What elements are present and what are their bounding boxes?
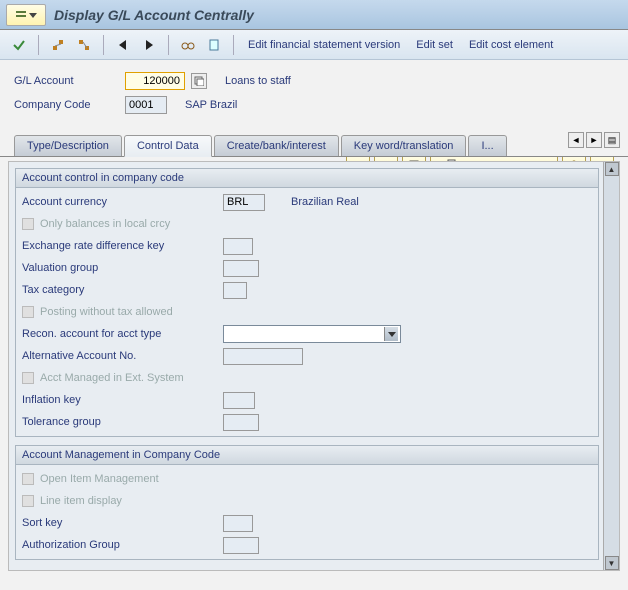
tab-content: Account control in company code Account …: [8, 161, 620, 571]
edit-cost-link[interactable]: Edit cost element: [463, 39, 559, 51]
val-group-label: Valuation group: [22, 262, 217, 274]
title-bar: Display G/L Account Centrally: [0, 0, 628, 30]
edit-fsv-link[interactable]: Edit financial statement version: [242, 39, 406, 51]
toolbar-separator: [233, 35, 234, 55]
posting-wo-tax-checkbox: [22, 306, 34, 318]
edit-set-link[interactable]: Edit set: [410, 39, 459, 51]
recon-label: Recon. account for acct type: [22, 328, 217, 340]
only-balances-checkbox: [22, 218, 34, 230]
document-icon: [207, 38, 221, 52]
search-help-icon: [194, 76, 204, 86]
menu-dropdown-button[interactable]: [6, 4, 46, 26]
sort-key-label: Sort key: [22, 517, 217, 529]
chevron-down-icon: [388, 330, 396, 338]
tabstrip: Type/Description Control Data Create/ban…: [0, 124, 628, 157]
line-item-checkbox: [22, 495, 34, 507]
ext-system-label: Acct Managed in Ext. System: [40, 372, 184, 384]
check-button[interactable]: [8, 34, 30, 56]
inflation-label: Inflation key: [22, 394, 217, 406]
company-code-input[interactable]: [125, 96, 167, 114]
check-icon: [12, 38, 26, 52]
tab-scroll-right[interactable]: ►: [586, 132, 602, 148]
group-account-control: Account control in company code Account …: [15, 168, 599, 437]
alt-account-input[interactable]: [223, 348, 303, 365]
gl-account-descr: Loans to staff: [225, 75, 291, 87]
gl-account-label: G/L Account: [14, 75, 119, 87]
arrow-right-icon: [144, 40, 154, 50]
page-title: Display G/L Account Centrally: [54, 7, 254, 23]
chevron-down-icon: [29, 11, 37, 19]
glasses-icon: [181, 38, 195, 52]
tax-cat-label: Tax category: [22, 284, 217, 296]
search-help-button[interactable]: [191, 73, 207, 89]
vertical-scrollbar[interactable]: ▲ ▼: [603, 162, 619, 570]
tab-create-bank-interest[interactable]: Create/bank/interest: [214, 135, 339, 156]
tab-list-button[interactable]: ▤: [604, 132, 620, 148]
line-item-label: Line item display: [40, 495, 122, 507]
scroll-down-button[interactable]: ▼: [605, 556, 619, 570]
alt-account-label: Alternative Account No.: [22, 350, 217, 362]
tax-cat-input[interactable]: [223, 282, 247, 299]
recon-combo[interactable]: [223, 325, 401, 343]
company-code-descr: SAP Brazil: [185, 99, 237, 111]
auth-group-input[interactable]: [223, 537, 259, 554]
open-item-label: Open Item Management: [40, 473, 159, 485]
tab-scroll-left[interactable]: ◄: [568, 132, 584, 148]
tab-control-data[interactable]: Control Data: [124, 135, 212, 157]
group-account-control-title: Account control in company code: [16, 169, 598, 188]
other-object-button[interactable]: [203, 34, 225, 56]
scroll-up-button[interactable]: ▲: [605, 162, 619, 176]
toolbar-separator: [38, 35, 39, 55]
menu-icon: [15, 9, 27, 21]
gl-account-input[interactable]: [125, 72, 185, 90]
tab-more[interactable]: I...: [468, 135, 506, 156]
hierarchy-up-icon: [51, 38, 65, 52]
ext-system-checkbox: [22, 372, 34, 384]
hierarchy-up-button[interactable]: [47, 34, 69, 56]
hierarchy-down-button[interactable]: [73, 34, 95, 56]
exch-key-input[interactable]: [223, 238, 253, 255]
next-button[interactable]: [138, 34, 160, 56]
tolerance-label: Tolerance group: [22, 416, 217, 428]
currency-label: Account currency: [22, 196, 217, 208]
currency-input[interactable]: [223, 194, 265, 211]
toolbar-separator: [168, 35, 169, 55]
display-change-button[interactable]: [177, 34, 199, 56]
val-group-input[interactable]: [223, 260, 259, 277]
tolerance-input[interactable]: [223, 414, 259, 431]
prev-button[interactable]: [112, 34, 134, 56]
company-code-label: Company Code: [14, 99, 119, 111]
tab-type-description[interactable]: Type/Description: [14, 135, 122, 156]
open-item-checkbox: [22, 473, 34, 485]
group-account-management: Account Management in Company Code Open …: [15, 445, 599, 560]
app-toolbar: Edit financial statement version Edit se…: [0, 30, 628, 60]
auth-group-label: Authorization Group: [22, 539, 217, 551]
sort-key-input[interactable]: [223, 515, 253, 532]
hierarchy-down-icon: [77, 38, 91, 52]
currency-descr: Brazilian Real: [291, 196, 359, 208]
group-account-management-title: Account Management in Company Code: [16, 446, 598, 465]
only-balances-label: Only balances in local crcy: [40, 218, 170, 230]
header-area: G/L Account Loans to staff Company Code …: [0, 60, 628, 124]
posting-wo-tax-label: Posting without tax allowed: [40, 306, 173, 318]
toolbar-separator: [103, 35, 104, 55]
inflation-input[interactable]: [223, 392, 255, 409]
arrow-left-icon: [118, 40, 128, 50]
tab-keyword-translation[interactable]: Key word/translation: [341, 135, 467, 156]
exch-key-label: Exchange rate difference key: [22, 240, 217, 252]
